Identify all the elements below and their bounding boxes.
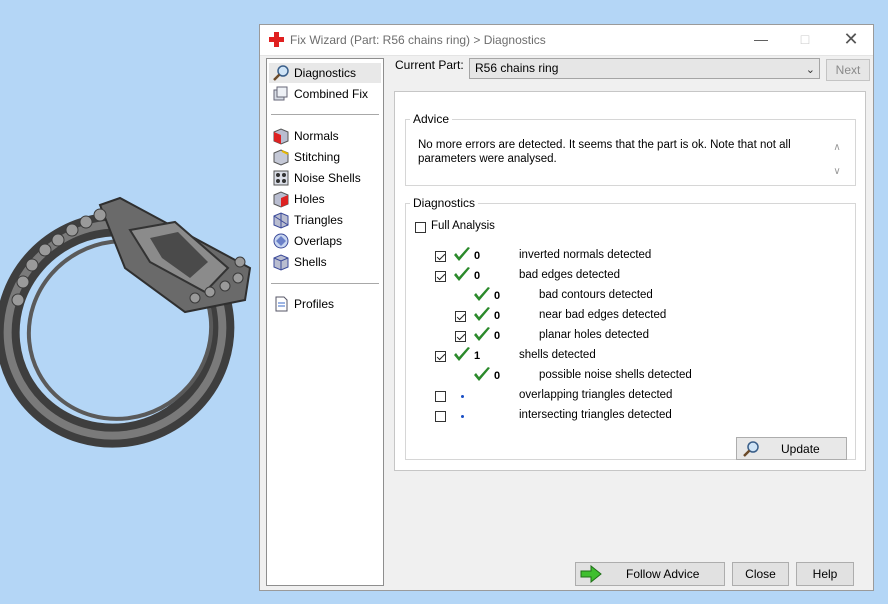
advice-group: Advice No more errors are detected. It s… [405,112,856,186]
advice-scrollbar[interactable]: ∧ ∨ [829,136,845,184]
help-button[interactable]: Help [796,562,854,586]
bad-contours-count: 0 [494,290,501,302]
shells-checkbox[interactable] [435,351,446,362]
near-bad-edges-count: 0 [494,310,501,322]
nav-label: Stitching [294,150,341,164]
bad-edges-label: bad edges detected [519,269,621,281]
overlaps-icon [273,233,289,249]
shells-icon [273,254,289,271]
follow-advice-button[interactable]: Follow Advice [575,562,725,586]
holes-icon [273,191,289,208]
planar-holes-checkbox[interactable] [455,331,466,342]
nav-item-combined-fix[interactable]: Combined Fix [269,84,381,104]
nav-label: Noise Shells [294,171,361,185]
noise-shells-count: 0 [494,370,501,382]
nav-divider [271,283,379,284]
nav-item-triangles[interactable]: Triangles [269,210,381,230]
current-part-select[interactable]: R56 chains ring ⌄ [469,58,820,79]
bad-edges-checkbox[interactable] [435,271,446,282]
nav-label: Profiles [294,297,335,311]
bad-edges-count: 0 [474,270,481,282]
follow-advice-label: Follow Advice [626,567,700,581]
checkmark-icon [474,367,490,381]
near-bad-edges-label: near bad edges detected [539,309,667,321]
combined-fix-icon [273,86,288,101]
green-arrow-icon [580,565,602,583]
nav-item-stitching[interactable]: Stitching [269,147,381,167]
nav-item-profiles[interactable]: Profiles [269,294,381,314]
nav-label: Normals [294,129,339,143]
triangles-icon [273,212,289,229]
current-part-label: Current Part: [395,58,464,72]
nav-item-overlaps[interactable]: Overlaps [269,231,381,251]
scroll-down-icon[interactable]: ∨ [829,160,845,184]
stitching-icon [273,149,289,166]
overlapping-triangles-checkbox[interactable] [435,391,446,402]
window-title: Fix Wizard (Part: R56 chains ring) > Dia… [290,33,546,47]
wizard-nav-list: Diagnostics Combined Fix Normals Stitchi… [266,58,384,586]
fix-wizard-dialog: Fix Wizard (Part: R56 chains ring) > Dia… [259,24,874,591]
checkmark-icon [474,327,490,341]
window-close-button[interactable]: ✕ [828,25,874,54]
shells-label: shells detected [519,349,596,361]
title-bar[interactable]: Fix Wizard (Part: R56 chains ring) > Dia… [260,25,873,56]
nav-item-shells[interactable]: Shells [269,252,381,272]
nav-label: Overlaps [294,234,343,248]
nav-label: Holes [294,192,325,206]
ring-model [0,196,252,448]
checkmark-icon [454,347,470,361]
nav-label: Triangles [294,213,343,227]
nav-item-diagnostics[interactable]: Diagnostics [269,63,381,83]
overlapping-triangles-label: overlapping triangles detected [519,389,673,401]
inverted-normals-label: inverted normals detected [519,249,652,261]
normals-icon [273,128,289,145]
scroll-up-icon[interactable]: ∧ [829,136,845,160]
shells-count: 1 [474,350,481,362]
nav-label: Combined Fix [294,87,369,101]
nav-item-holes[interactable]: Holes [269,189,381,209]
planar-holes-count: 0 [494,330,501,342]
full-analysis-label: Full Analysis [431,220,495,232]
nav-item-noise-shells[interactable]: Noise Shells [269,168,381,188]
update-label: Update [781,442,820,456]
advice-title: Advice [413,112,450,126]
advice-text: No more errors are detected. It seems th… [418,139,791,165]
red-cross-icon [269,32,284,47]
inverted-normals-count: 0 [474,250,481,262]
pending-dot-icon [461,395,464,398]
3d-viewport[interactable] [0,0,262,604]
diagnostics-title: Diagnostics [413,196,476,210]
minimize-button[interactable]: — [738,25,784,54]
bad-contours-label: bad contours detected [539,289,653,301]
diagnostics-panel: Advice No more errors are detected. It s… [394,91,866,471]
nav-label: Shells [294,255,327,269]
profiles-icon [275,296,288,312]
close-button[interactable]: Close [732,562,789,586]
nav-item-normals[interactable]: Normals [269,126,381,146]
intersecting-triangles-label: intersecting triangles detected [519,409,672,421]
checkmark-icon [474,287,490,301]
next-button[interactable]: Next [826,59,870,81]
checkmark-icon [474,307,490,321]
chevron-down-icon: ⌄ [805,64,815,76]
current-part-value: R56 chains ring [475,61,559,75]
planar-holes-label: planar holes detected [539,329,649,341]
intersecting-triangles-checkbox[interactable] [435,411,446,422]
inverted-normals-checkbox[interactable] [435,251,446,262]
diagnostics-group: Diagnostics Full Analysis 0 inverted nor… [405,196,856,460]
checkmark-icon [454,247,470,261]
nav-label: Diagnostics [294,66,357,80]
noise-shells-icon [273,170,289,186]
magnifier-icon [743,441,759,457]
checkmark-icon [454,267,470,281]
maximize-button[interactable]: □ [782,25,828,54]
noise-shells-label: possible noise shells detected [539,369,692,381]
magnifier-icon [273,65,289,81]
nav-divider [271,114,379,115]
update-button[interactable]: Update [736,437,847,460]
full-analysis-checkbox[interactable] [415,222,426,233]
pending-dot-icon [461,415,464,418]
near-bad-edges-checkbox[interactable] [455,311,466,322]
